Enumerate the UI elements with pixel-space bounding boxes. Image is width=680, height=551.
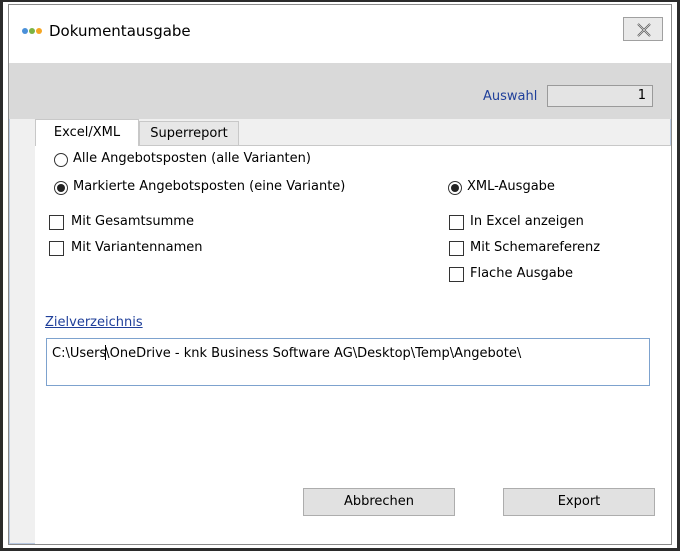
checkbox-excel-anzeigen[interactable] [449,215,464,230]
checkbox-gesamtsumme-label[interactable]: Mit Gesamtsumme [71,214,194,229]
path-text-part2: \OneDrive - knk Business Software AG\Des… [105,346,522,361]
target-path-input[interactable]: C:\Users\OneDrive - knk Business Softwar… [46,338,650,386]
close-button[interactable] [623,17,663,41]
zielverzeichnis-link[interactable]: Zielverzeichnis [45,315,143,330]
radio-selected-dot [451,184,459,192]
checkbox-gesamtsumme[interactable] [49,215,64,230]
dots-icon [22,28,42,34]
radio-all-items[interactable] [54,153,68,167]
close-x-icon [637,23,651,37]
window-title: Dokumentausgabe [49,22,191,40]
radio-marked-items-label[interactable]: Markierte Angebotsposten (eine Variante) [73,179,345,194]
radio-xml-output-label[interactable]: XML-Ausgabe [467,179,555,194]
checkbox-schemareferenz-label[interactable]: Mit Schemareferenz [470,240,600,255]
checkbox-schemareferenz[interactable] [449,241,464,256]
export-button[interactable]: Export [503,488,655,516]
checkbox-variantennamen[interactable] [49,241,64,256]
screen-edge-top [0,0,680,2]
tab-superreport[interactable]: Superreport [139,121,239,145]
checkbox-flache-ausgabe-label[interactable]: Flache Ausgabe [470,266,573,281]
checkbox-flache-ausgabe[interactable] [449,267,464,282]
title-bar[interactable]: Dokumentausgabe [9,5,671,63]
radio-all-items-label[interactable]: Alle Angebotsposten (alle Varianten) [73,151,311,166]
radio-selected-dot [57,184,65,192]
path-text-part1: C:\Users [52,346,107,361]
radio-marked-items[interactable] [54,181,68,195]
checkbox-variantennamen-label[interactable]: Mit Variantennamen [71,240,203,255]
cancel-button[interactable]: Abbrechen [303,488,455,516]
auswahl-field[interactable]: 1 [547,85,653,107]
screen-edge-left [0,0,3,551]
tab-excel-xml[interactable]: Excel/XML [35,119,139,146]
dialog-window: Dokumentausgabe Auswahl 1 Excel/XML Supe… [8,4,672,545]
auswahl-label: Auswahl [483,89,538,104]
radio-xml-output[interactable] [448,181,462,195]
checkbox-excel-anzeigen-label[interactable]: In Excel anzeigen [470,214,584,229]
